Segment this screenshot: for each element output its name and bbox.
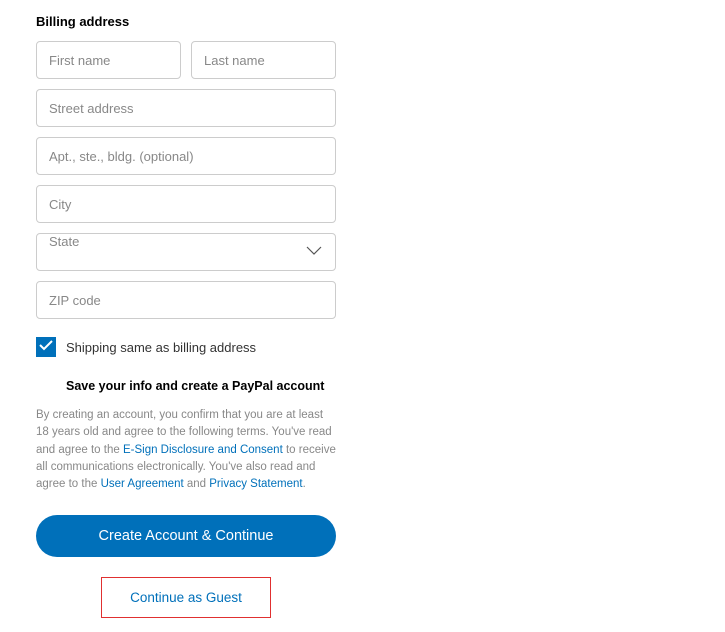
create-account-button[interactable]: Create Account & Continue <box>36 515 336 557</box>
esign-link[interactable]: E-Sign Disclosure and Consent <box>123 444 283 456</box>
apt-input[interactable] <box>36 137 336 175</box>
save-info-subheading: Save your info and create a PayPal accou… <box>66 379 336 393</box>
shipping-same-checkbox[interactable] <box>36 337 56 357</box>
check-icon <box>39 338 53 356</box>
city-input[interactable] <box>36 185 336 223</box>
privacy-statement-link[interactable]: Privacy Statement <box>209 478 302 490</box>
street-address-input[interactable] <box>36 89 336 127</box>
user-agreement-link[interactable]: User Agreement <box>101 478 184 490</box>
terms-text: By creating an account, you confirm that… <box>36 407 336 493</box>
billing-address-heading: Billing address <box>36 14 336 29</box>
first-name-input[interactable] <box>36 41 181 79</box>
last-name-input[interactable] <box>191 41 336 79</box>
shipping-same-label: Shipping same as billing address <box>66 340 256 355</box>
zip-input[interactable] <box>36 281 336 319</box>
state-select[interactable]: State <box>36 233 336 271</box>
continue-as-guest-button[interactable]: Continue as Guest <box>101 577 271 618</box>
